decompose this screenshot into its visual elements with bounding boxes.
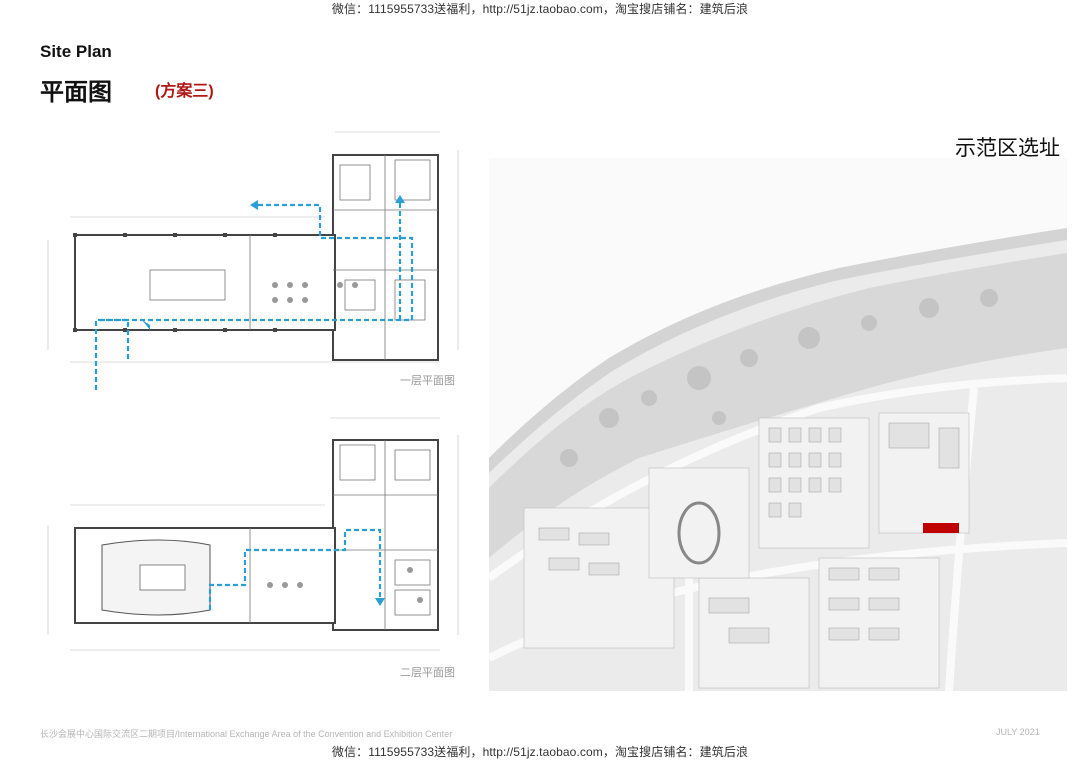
scheme-label: (方案三) (155, 83, 214, 100)
site-map (489, 158, 1067, 691)
floor1-plan: 一层平面图 (40, 120, 480, 400)
floor2-label: 二层平面图 (400, 666, 455, 679)
floor1-drawing: 一层平面图 (47, 131, 459, 390)
site-marker (923, 523, 959, 533)
title-en: Site Plan (40, 42, 112, 61)
site-map-drawing (489, 158, 1067, 691)
floor1-label: 一层平面图 (400, 374, 455, 387)
footer-project: 长沙会展中心国际交流区二期项目/International Exchange A… (40, 729, 453, 739)
footer-date: JULY 2021 (996, 727, 1040, 737)
watermark-bottom: 微信：1115955733送福利，http://51jz.taobao.com，… (331, 745, 749, 759)
title-zh: 平面图 (40, 79, 112, 106)
floor2-plan: 二层平面图 (40, 410, 480, 690)
watermark-top: 微信：1115955733送福利，http://51jz.taobao.com，… (331, 2, 749, 16)
floor2-drawing: 二层平面图 (47, 417, 459, 679)
